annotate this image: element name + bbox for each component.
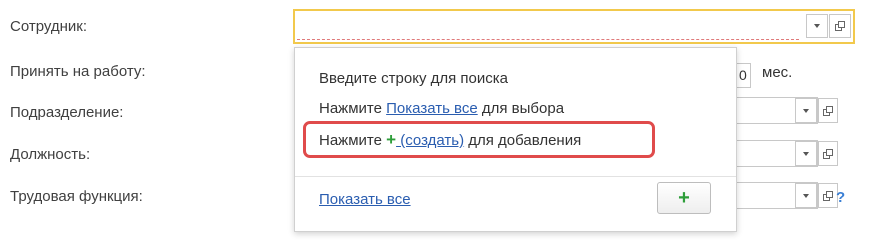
popup-divider	[295, 176, 736, 177]
open-form-icon	[823, 190, 833, 201]
hint-show-all-link[interactable]: Показать все	[386, 100, 478, 117]
labor-function-dropdown-button[interactable]	[795, 183, 817, 208]
chevron-down-icon	[814, 24, 820, 28]
chevron-down-icon	[803, 151, 809, 156]
hint-show-all-prefix: Нажмите	[319, 100, 387, 117]
open-form-icon	[823, 148, 833, 159]
create-button[interactable]: +	[657, 182, 711, 214]
hint-show-all-suffix: для выбора	[477, 100, 565, 117]
hire-period-input[interactable]: 0	[735, 63, 751, 88]
label-position: Должность:	[10, 146, 91, 163]
chevron-down-icon	[803, 193, 809, 198]
employee-open-button[interactable]	[829, 14, 851, 38]
input-hint-popup: Введите строку для поиска Нажмите Показа…	[294, 47, 737, 232]
label-hire: Принять на работу:	[10, 63, 146, 80]
highlight-frame	[303, 121, 655, 158]
label-labor-function: Трудовая функция:	[10, 188, 143, 205]
employee-input[interactable]	[297, 13, 799, 38]
hint-show-all: Нажмите Показать все для выбора	[319, 100, 564, 117]
department-open-button[interactable]	[818, 98, 838, 123]
position-dropdown-button[interactable]	[795, 141, 817, 166]
labor-function-open-button[interactable]	[818, 183, 838, 208]
open-form-icon	[823, 105, 833, 116]
required-underline	[297, 39, 799, 40]
plus-icon: +	[678, 186, 690, 209]
label-employee: Сотрудник:	[10, 18, 88, 35]
hint-search: Введите строку для поиска	[319, 70, 508, 87]
department-dropdown-button[interactable]	[795, 98, 817, 123]
chevron-down-icon	[803, 108, 809, 113]
employee-field[interactable]	[293, 9, 855, 44]
position-open-button[interactable]	[818, 141, 838, 166]
help-icon[interactable]: ?	[836, 189, 845, 206]
label-department: Подразделение:	[10, 104, 124, 121]
open-form-icon	[835, 21, 845, 31]
hire-period-unit: мес.	[762, 64, 793, 81]
show-all-link[interactable]: Показать все	[319, 191, 411, 208]
employee-dropdown-button[interactable]	[806, 14, 828, 38]
